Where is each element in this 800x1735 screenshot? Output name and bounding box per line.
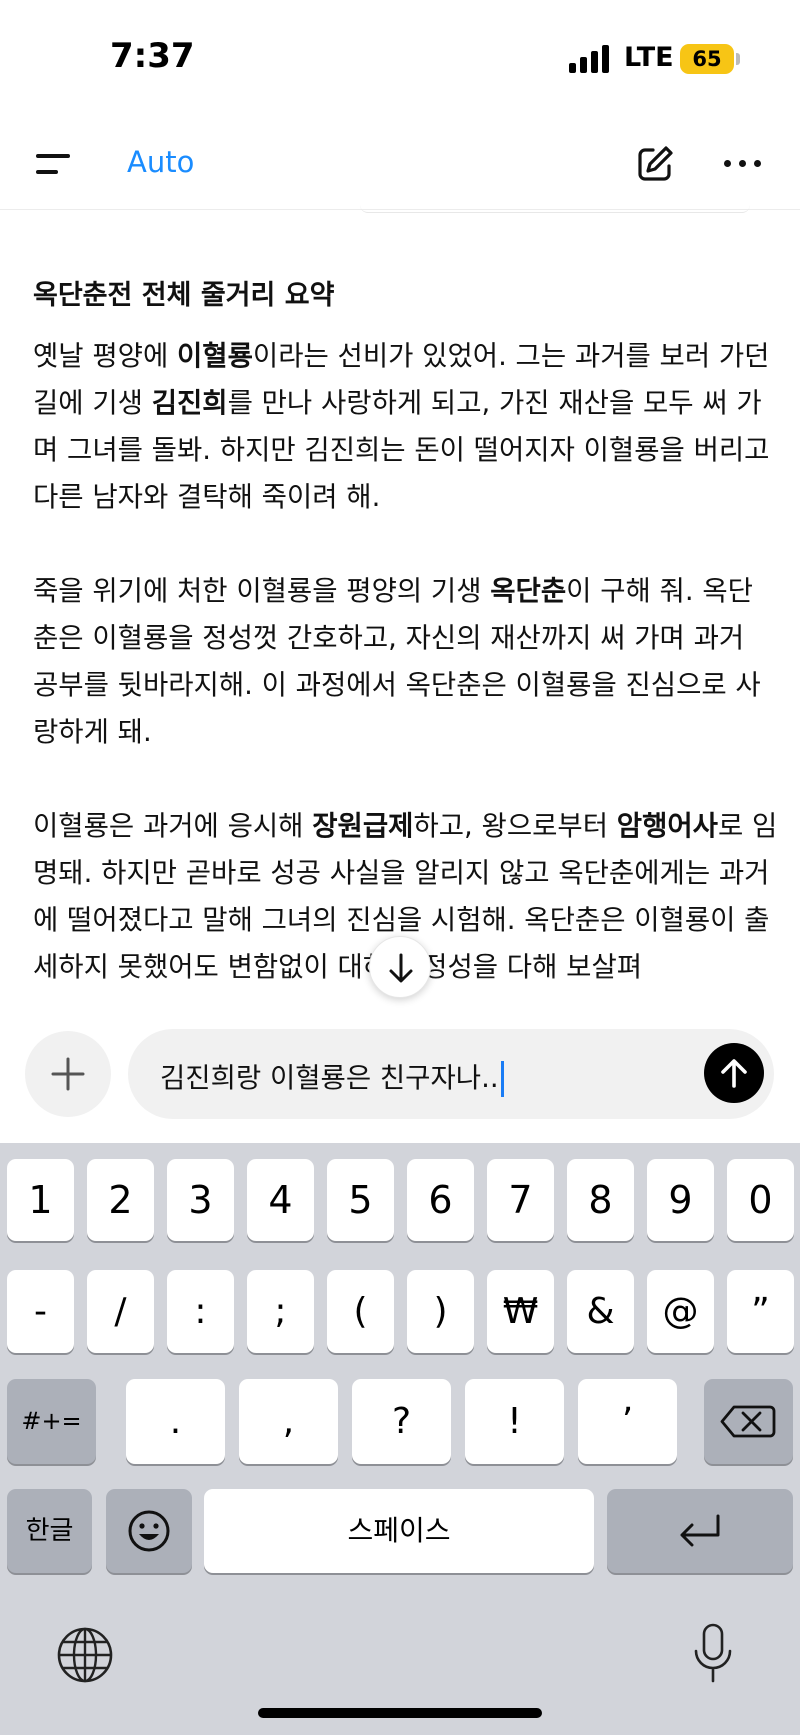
key[interactable]: 7 [487, 1159, 554, 1241]
chat-content[interactable]: 옥단춘전 전체 줄거리 요약 옛날 평양에 이혈룡이라는 선비가 있었어. 그는… [0, 215, 800, 1011]
send-button[interactable] [704, 1043, 764, 1103]
signal-icon [569, 45, 611, 73]
bold-text: 김진희 [151, 387, 228, 419]
response-body: 옛날 평양에 이혈룡이라는 선비가 있었어. 그는 과거를 보러 가던 길에 기… [33, 333, 778, 1011]
return-icon [680, 1514, 720, 1547]
key-backspace[interactable] [704, 1379, 793, 1464]
arrow-down-icon [389, 953, 413, 983]
key[interactable]: 5 [327, 1159, 394, 1241]
bold-text: 암행어사 [616, 810, 718, 842]
paragraph-text: 이혈룡은 과거에 응시해 [33, 810, 313, 842]
previous-message-edge [360, 205, 750, 213]
bold-text: 장원급제 [312, 810, 414, 842]
status-time: 7:37 [110, 36, 195, 76]
key-return[interactable] [607, 1489, 793, 1573]
status-bar: 7:37 LTE 65 [0, 0, 800, 120]
bold-text: 이혈룡 [176, 340, 253, 372]
battery-cap [736, 53, 740, 65]
key[interactable]: 6 [407, 1159, 474, 1241]
key[interactable]: ’ [578, 1379, 677, 1464]
key-space[interactable]: 스페이스 [204, 1489, 594, 1573]
key-emoji[interactable] [106, 1489, 192, 1573]
new-chat-icon[interactable] [633, 142, 677, 186]
network-type: LTE [624, 42, 674, 73]
scroll-down-button[interactable] [369, 936, 431, 998]
chat-header: Auto [0, 120, 800, 210]
key-language-toggle[interactable]: 한글 [7, 1489, 92, 1573]
response-paragraph: 옛날 평양에 이혈룡이라는 선비가 있었어. 그는 과거를 보러 가던 길에 기… [33, 333, 778, 521]
key[interactable]: . [126, 1379, 225, 1464]
plus-icon [51, 1057, 85, 1091]
key-symbols-mode[interactable]: #+= [7, 1379, 96, 1464]
microphone-icon[interactable] [688, 1621, 738, 1687]
key[interactable]: - [7, 1270, 74, 1353]
key[interactable]: 1 [7, 1159, 74, 1241]
message-input-text: 김진희랑 이혈룡은 친구자나.. [160, 1062, 499, 1094]
key[interactable]: ? [352, 1379, 451, 1464]
key[interactable]: ! [465, 1379, 564, 1464]
backspace-icon [720, 1405, 776, 1438]
key[interactable]: , [239, 1379, 338, 1464]
key[interactable]: 4 [247, 1159, 314, 1241]
response-heading: 옥단춘전 전체 줄거리 요약 [33, 280, 335, 311]
key[interactable]: / [87, 1270, 154, 1353]
emoji-icon [128, 1510, 170, 1552]
text-caret [500, 1061, 504, 1097]
key[interactable]: 3 [167, 1159, 234, 1241]
keyboard: 1234567890 - /:;() ₩ & @” #+= .,?!’ 한글 스페이스 [0, 1143, 800, 1735]
key[interactable]: & [567, 1270, 634, 1353]
bold-text: 옥단춘 [490, 575, 567, 607]
key[interactable]: ” [727, 1270, 794, 1353]
battery-level: 65 [692, 47, 722, 71]
battery-icon: 65 [680, 44, 734, 74]
key[interactable]: ) [407, 1270, 474, 1353]
model-selector[interactable]: Auto [127, 145, 194, 179]
attach-button[interactable] [25, 1031, 111, 1117]
paragraph-text: 하고, 왕으로부터 [413, 810, 617, 842]
key[interactable]: 0 [727, 1159, 794, 1241]
key[interactable]: ₩ [487, 1270, 554, 1353]
paragraph-text: 옛날 평양에 [33, 340, 177, 372]
arrow-up-icon [721, 1059, 747, 1088]
home-indicator[interactable] [258, 1708, 542, 1718]
more-options-icon[interactable] [724, 160, 764, 170]
message-input[interactable]: 김진희랑 이혈룡은 친구자나.. [128, 1029, 774, 1119]
key[interactable]: 2 [87, 1159, 154, 1241]
key[interactable]: 8 [567, 1159, 634, 1241]
response-paragraph: 죽을 위기에 처한 이혈룡을 평양의 기생 옥단춘이 구해 줘. 옥단춘은 이혈… [33, 568, 778, 756]
key[interactable]: @ [647, 1270, 714, 1353]
globe-icon[interactable] [55, 1625, 115, 1685]
key[interactable]: 9 [647, 1159, 714, 1241]
key[interactable]: ; [247, 1270, 314, 1353]
sidebar-menu-icon[interactable] [36, 150, 76, 180]
paragraph-text: 죽을 위기에 처한 이혈룡을 평양의 기생 [33, 575, 491, 607]
key[interactable]: : [167, 1270, 234, 1353]
key[interactable]: ( [327, 1270, 394, 1353]
